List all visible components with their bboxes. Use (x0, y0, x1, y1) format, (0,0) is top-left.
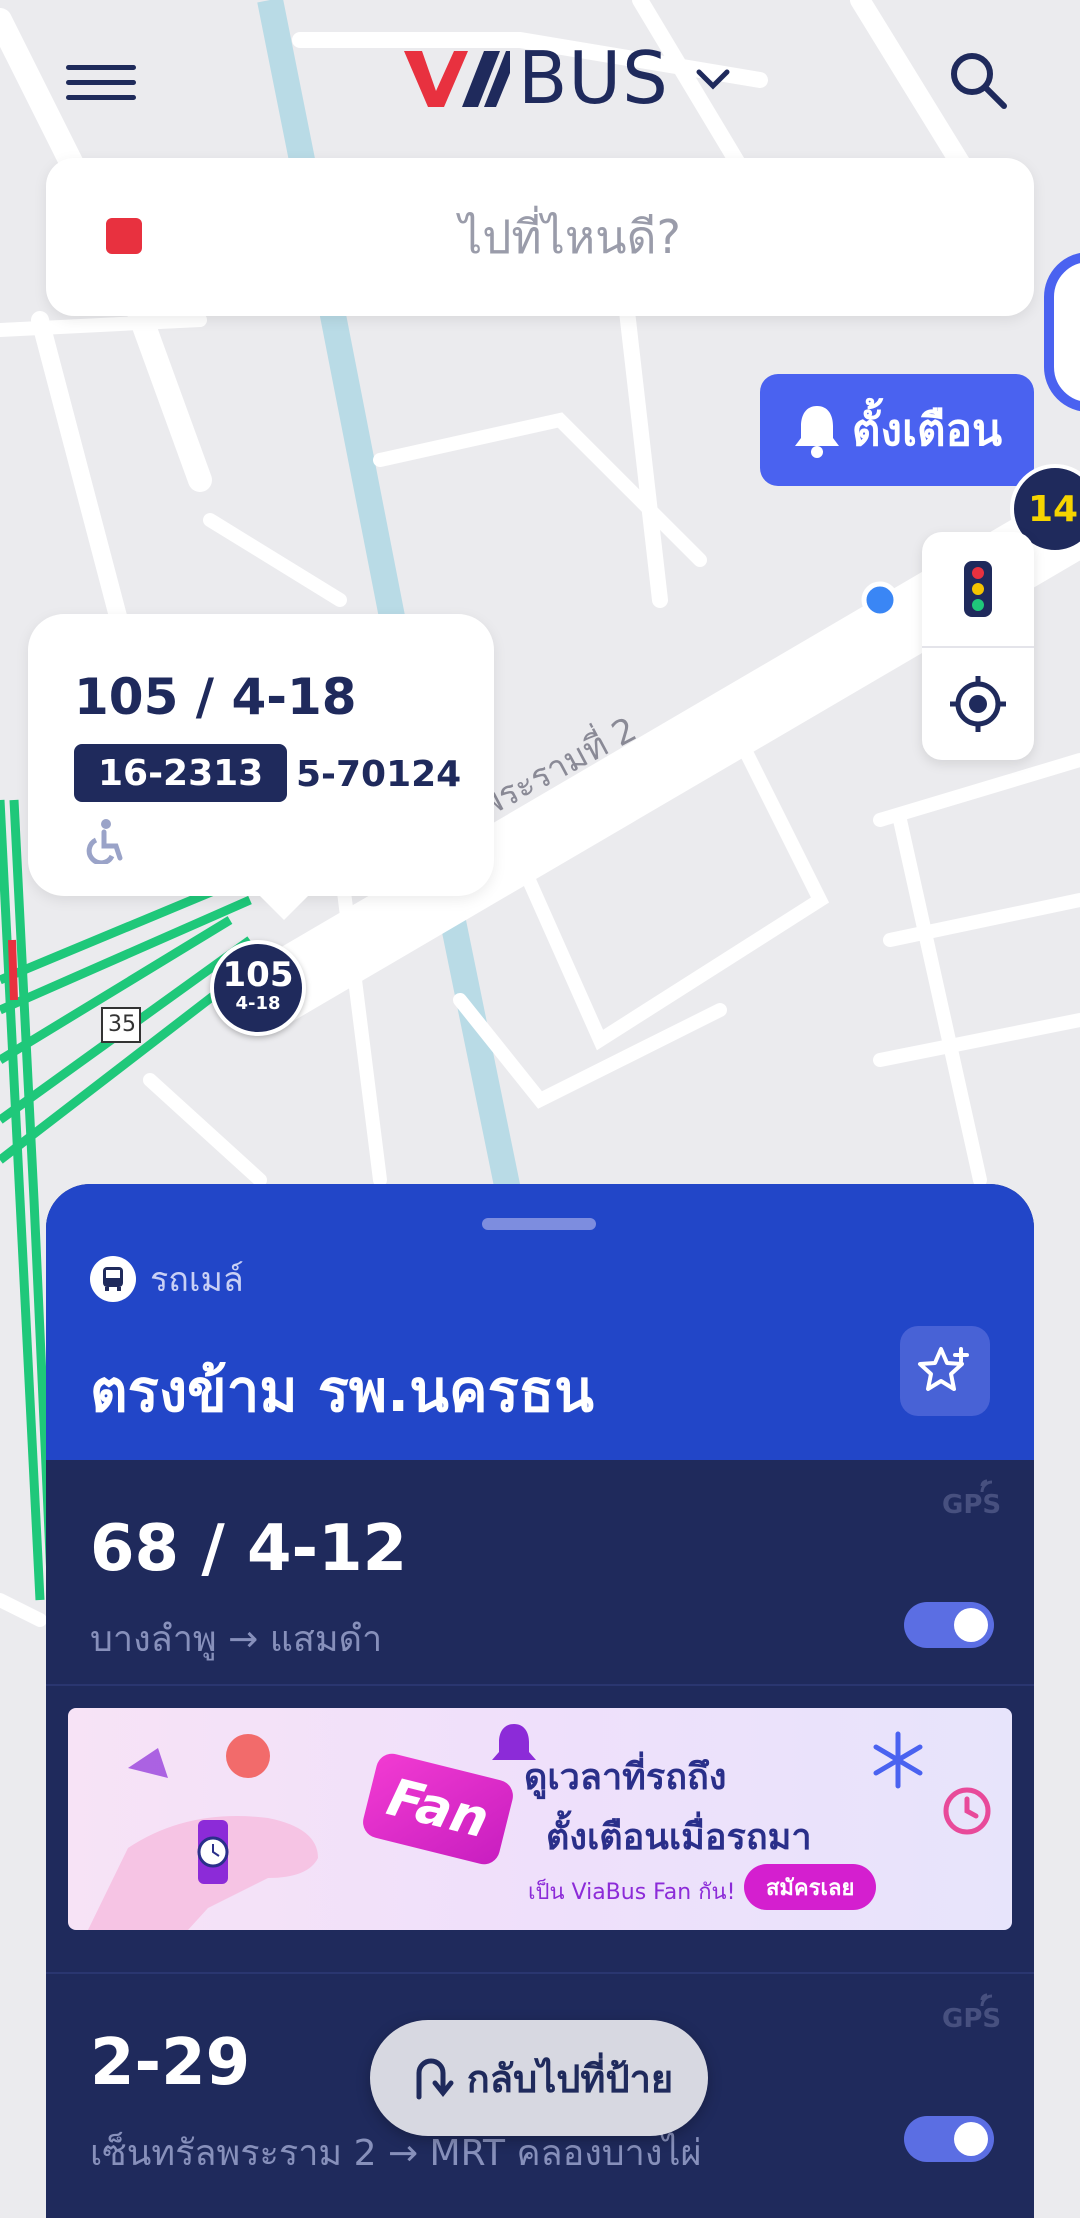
wheelchair-icon (86, 819, 123, 864)
traffic-light-icon (964, 561, 992, 617)
map-stop-marker[interactable] (1044, 252, 1080, 412)
app-logo[interactable]: BUS (400, 36, 735, 120)
map-tools (922, 532, 1034, 760)
hand-watch-illustration-icon (88, 1734, 318, 1930)
set-alert-button[interactable]: ตั้งเตือน (760, 374, 1034, 486)
signup-button[interactable]: สมัครเลย (744, 1864, 877, 1910)
popup-route: 105 / 4-18 (74, 668, 357, 726)
menu-icon[interactable] (66, 52, 136, 112)
route-row[interactable]: 68 / 4-12 บางลำพู → แสมดำ GPS (46, 1460, 1034, 1686)
brand-name: BUS (518, 36, 669, 120)
bus-info-popup[interactable]: 105 / 4-18 16-2313 5-70124 (28, 614, 494, 920)
bus-marker-105[interactable]: 105 4-18 (210, 940, 306, 1036)
route-title: 2-29 (90, 2026, 251, 2100)
search-icon[interactable] (946, 48, 1010, 112)
stop-name: ตรงข้าม รพ.นครธน (90, 1357, 594, 1425)
stop-type-label: รถเมล์ (150, 1260, 244, 1300)
sheet-drag-handle[interactable] (482, 1218, 596, 1230)
add-favorite-button[interactable] (900, 1326, 990, 1416)
traffic-layer-button[interactable] (922, 532, 1034, 646)
route-alert-toggle[interactable] (904, 2116, 994, 2162)
search-input[interactable]: ไปที่ไหนดี? (46, 201, 1034, 274)
set-alert-label: ตั้งเตือน (851, 405, 1003, 456)
bus-icon (90, 1256, 136, 1302)
route-alert-toggle[interactable] (904, 1602, 994, 1648)
back-to-stop-label: กลับไปที่ป้าย (466, 2056, 674, 2101)
destination-search[interactable]: ไปที่ไหนดี? (46, 158, 1034, 316)
banner-line-2: ตั้งเตือนเมื่อรถมา (546, 1817, 812, 1858)
promo-banner-row: Fan ดูเวลาที่รถถึง ตั้งเตือนเมื่อรถมา เป… (46, 1686, 1034, 1974)
snowflake-icon (873, 1731, 923, 1789)
signal-icon (980, 1479, 993, 1493)
back-to-stop-button[interactable]: กลับไปที่ป้าย (370, 2020, 708, 2136)
banner-line-1: ดูเวลาที่รถถึง (524, 1757, 727, 1798)
clock-icon (943, 1787, 991, 1835)
star-plus-icon (918, 1347, 969, 1391)
route-path: บางลำพู → แสมดำ (90, 1619, 383, 1660)
gps-indicator: GPS (942, 1479, 1001, 1520)
gps-indicator: GPS (942, 1993, 1001, 2034)
return-arrow-icon (416, 2058, 454, 2100)
road-number-label: 35 (108, 1012, 136, 1037)
route-title: 68 / 4-12 (90, 1512, 408, 1586)
locate-icon (950, 676, 1006, 732)
signal-icon (980, 1993, 993, 2007)
my-location-button[interactable] (922, 646, 1034, 760)
bell-icon (794, 406, 839, 458)
bus-marker-route: 142 (1028, 488, 1080, 530)
stop-header: รถเมล์ ตรงข้าม รพ.นครธน (46, 1184, 1034, 1460)
bus-marker-variant: 4-18 (235, 993, 281, 1014)
fan-promo-banner[interactable]: Fan ดูเวลาที่รถถึง ตั้งเตือนเมื่อรถมา เป… (68, 1708, 1012, 1930)
destination-marker-icon (106, 218, 142, 254)
bus-marker-route: 105 (222, 955, 294, 995)
viabus-logo-mark-icon (404, 51, 510, 107)
vehicle-id: 5-70124 (296, 754, 462, 795)
license-plate-badge: 16-2313 (74, 744, 288, 802)
stop-type: รถเมล์ (90, 1252, 244, 1306)
banner-line-3: เป็น ViaBus Fan กัน! (528, 1880, 736, 1905)
chevron-down-icon[interactable] (691, 56, 735, 100)
